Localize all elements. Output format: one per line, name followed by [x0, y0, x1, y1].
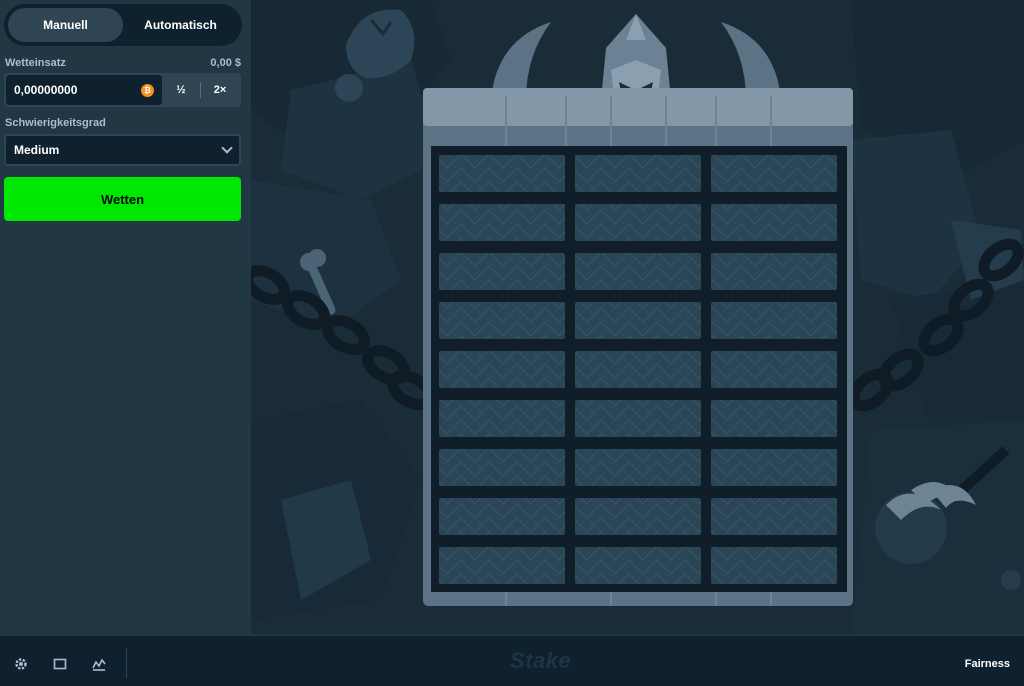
tower-tile[interactable] [575, 498, 701, 535]
tower-tile[interactable] [575, 302, 701, 339]
tower-tile[interactable] [711, 155, 837, 192]
difficulty-label: Schwierigkeitsgrad [5, 117, 106, 129]
tower-tile[interactable] [439, 204, 565, 241]
dragon-tower-app: Manuell Automatisch Wetteinsatz 0,00 $ 0… [0, 0, 1024, 686]
fairness-button[interactable]: Fairness [965, 658, 1010, 670]
tower-tile[interactable] [439, 547, 565, 584]
tower-tile[interactable] [575, 400, 701, 437]
game-area [251, 0, 1024, 634]
bottom-bar-divider [126, 648, 127, 678]
tower-tile[interactable] [575, 155, 701, 192]
tower-tile[interactable] [575, 204, 701, 241]
tower-tile[interactable] [575, 449, 701, 486]
difficulty-select[interactable]: Medium [4, 134, 241, 166]
bet-amount-control: 0,00000000 ₿ ½ 2× [4, 73, 241, 107]
tower-tile[interactable] [575, 351, 701, 388]
tower-tile[interactable] [439, 351, 565, 388]
tower-tile[interactable] [711, 253, 837, 290]
difficulty-label-row: Schwierigkeitsgrad [5, 117, 241, 129]
tower-tile[interactable] [711, 498, 837, 535]
tower-tile[interactable] [439, 253, 565, 290]
bet-amount-input[interactable]: 0,00000000 ₿ [6, 75, 162, 105]
auto-mode-tab[interactable]: Automatisch [123, 8, 238, 42]
tower-tile[interactable] [575, 547, 701, 584]
tile-grid [439, 155, 837, 584]
dragon-tower-scene [251, 0, 1024, 634]
tower-tile[interactable] [711, 547, 837, 584]
tower-tile[interactable] [711, 302, 837, 339]
bet-sidebar: Manuell Automatisch Wetteinsatz 0,00 $ 0… [0, 0, 251, 634]
difficulty-value: Medium [14, 143, 60, 157]
tower-tile[interactable] [439, 155, 565, 192]
double-bet-button[interactable]: 2× [201, 75, 239, 105]
tower-tile[interactable] [439, 400, 565, 437]
stats-icon[interactable] [92, 657, 106, 671]
bet-amount-usd: 0,00 $ [210, 57, 241, 69]
tower-tile[interactable] [439, 449, 565, 486]
bet-button[interactable]: Wetten [4, 177, 241, 221]
bottom-bar: Stake Fairness [0, 634, 1024, 686]
tower-tile[interactable] [711, 351, 837, 388]
theatre-icon[interactable] [53, 657, 67, 671]
bitcoin-icon: ₿ [141, 83, 154, 97]
bet-amount-label: Wetteinsatz [5, 57, 66, 69]
tower-tile[interactable] [439, 302, 565, 339]
tower-tile[interactable] [711, 204, 837, 241]
bet-amount-value: 0,00000000 [14, 83, 78, 97]
manual-mode-tab[interactable]: Manuell [8, 8, 123, 42]
mode-toggle: Manuell Automatisch [4, 4, 242, 46]
half-bet-button[interactable]: ½ [162, 75, 200, 105]
chevron-down-icon [221, 142, 233, 154]
tower-tile[interactable] [711, 400, 837, 437]
bet-amount-label-row: Wetteinsatz 0,00 $ [5, 57, 241, 69]
tower-tile[interactable] [711, 449, 837, 486]
tower-tile[interactable] [439, 498, 565, 535]
gear-icon[interactable] [14, 657, 28, 671]
tower-tile[interactable] [575, 253, 701, 290]
brand-logo: Stake [510, 648, 572, 673]
